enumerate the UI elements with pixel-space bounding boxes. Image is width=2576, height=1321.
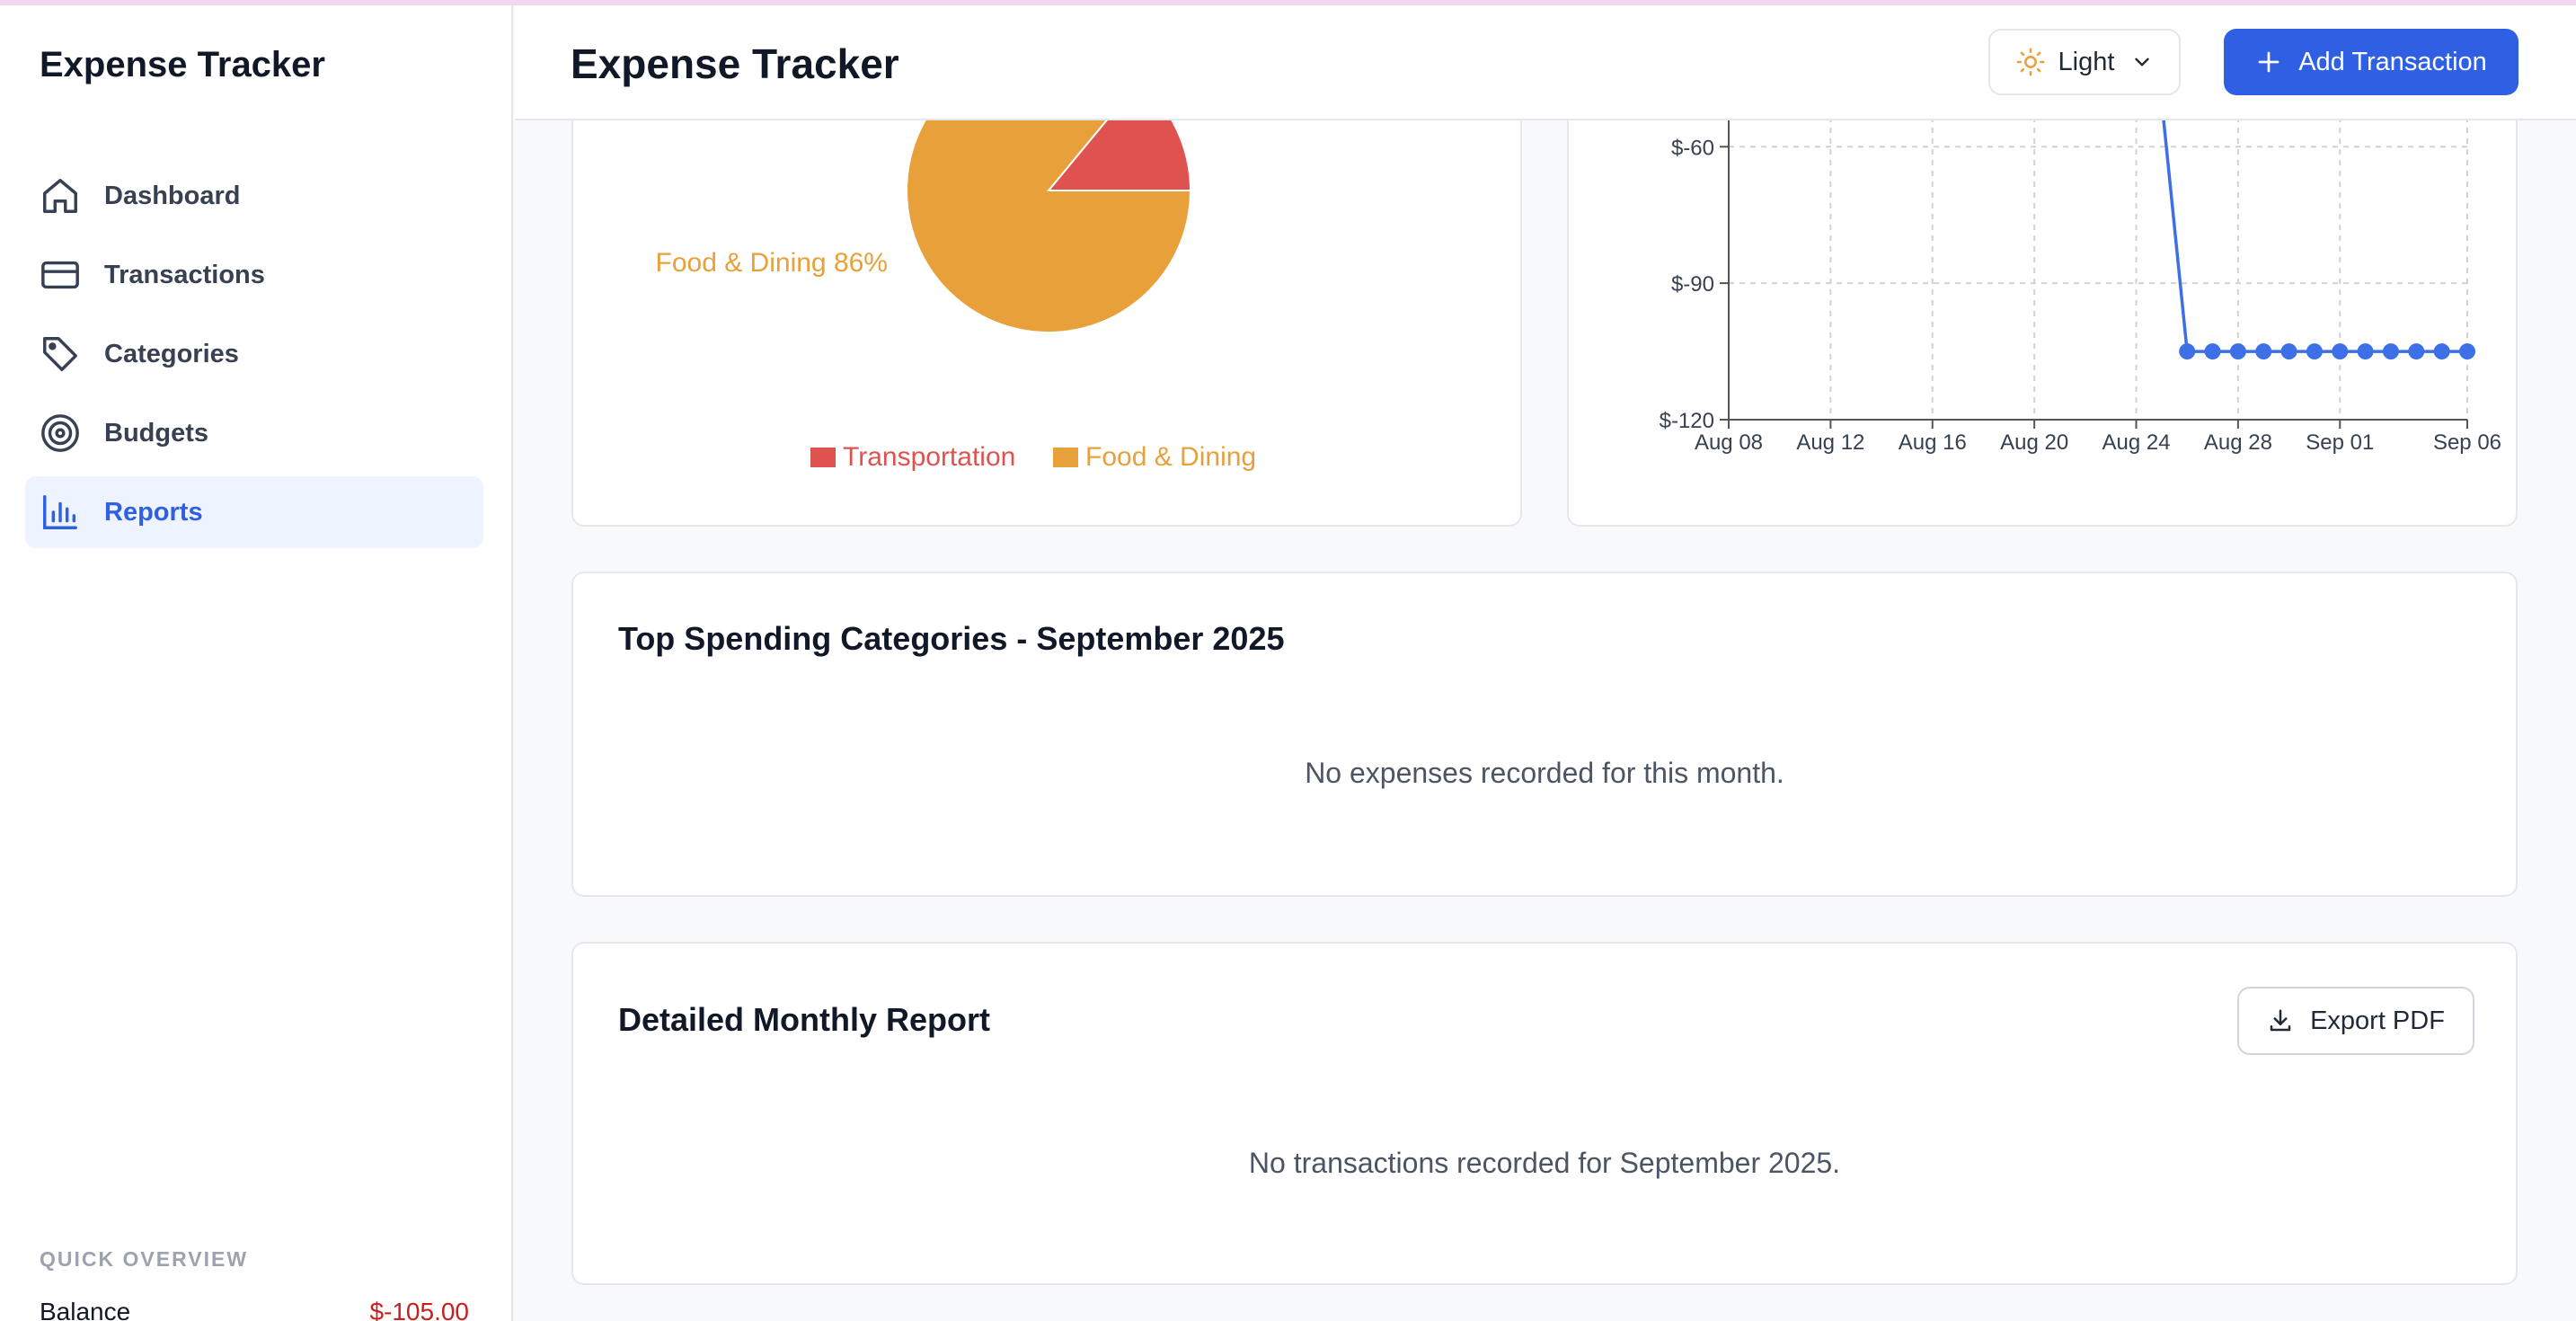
data-point[interactable] [2179, 343, 2196, 360]
monthly-report-empty-message: No transactions recorded for September 2… [1248, 1147, 1841, 1179]
top-header: Expense Tracker Light Add Transaction [515, 5, 2576, 120]
monthly-report-title: Detailed Monthly Report [618, 1001, 991, 1038]
data-point[interactable] [2255, 343, 2272, 360]
balance-row: Balance $-105.00 [40, 1298, 469, 1321]
sidebar-item-dashboard[interactable]: Dashboard [25, 160, 483, 232]
sidebar-brand: Expense Tracker [40, 45, 325, 84]
page-title: Expense Tracker [571, 40, 899, 87]
pie-legend: Transportation Food & Dining [810, 442, 1256, 472]
balance-value: $-105.00 [369, 1298, 469, 1321]
sidebar-nav: Dashboard Transactions Categories Budget… [25, 160, 483, 555]
chevron-down-icon [2130, 50, 2154, 74]
x-tick-label: Aug 12 [1796, 430, 1864, 455]
pie-slice-label: Food & Dining 86% [656, 248, 889, 278]
plus-icon [2255, 49, 2282, 75]
sun-icon [2015, 47, 2046, 77]
legend-item-food-dining: Food & Dining [1085, 442, 1256, 472]
sidebar-item-label: Categories [104, 339, 239, 368]
data-point[interactable] [2332, 343, 2349, 360]
add-transaction-label: Add Transaction [2298, 47, 2487, 76]
data-point[interactable] [2357, 343, 2374, 360]
top-spending-empty-message: No expenses recorded for this month. [1305, 757, 1784, 789]
download-icon [2267, 1007, 2294, 1034]
add-transaction-button[interactable]: Add Transaction [2224, 29, 2518, 95]
y-tick-label: $-60 [1671, 136, 1714, 160]
data-point[interactable] [2229, 343, 2246, 360]
sidebar-item-transactions[interactable]: Transactions [25, 239, 483, 311]
sidebar-item-label: Budgets [104, 418, 208, 448]
sidebar: Expense Tracker Dashboard Transactions C… [0, 5, 513, 1321]
sidebar-item-budgets[interactable]: Budgets [25, 397, 483, 469]
x-tick-label: Aug 08 [1695, 430, 1763, 455]
theme-label: Light [2058, 47, 2115, 76]
y-tick-label: $-120 [1660, 409, 1714, 433]
x-tick-label: Aug 24 [2102, 430, 2170, 455]
export-pdf-label: Export PDF [2310, 1006, 2445, 1035]
target-icon [40, 412, 81, 454]
sidebar-item-label: Reports [104, 497, 203, 527]
credit-card-icon [40, 254, 81, 296]
quick-overview-title: QUICK OVERVIEW [40, 1247, 249, 1271]
x-tick-label: Aug 28 [2204, 430, 2272, 455]
sidebar-item-reports[interactable]: Reports [25, 476, 483, 548]
sidebar-item-label: Transactions [104, 260, 265, 289]
y-tick-label: $-90 [1671, 272, 1714, 297]
legend-swatch-food-dining [1053, 448, 1078, 467]
data-point[interactable] [2306, 343, 2323, 360]
data-point[interactable] [2280, 343, 2297, 360]
data-point[interactable] [2204, 343, 2221, 360]
data-point[interactable] [2433, 343, 2450, 360]
monthly-report-card: Detailed Monthly Report Export PDF No tr… [571, 942, 2518, 1285]
theme-select[interactable]: Light [1988, 29, 2181, 95]
bar-chart-icon [40, 492, 81, 533]
data-point[interactable] [2408, 343, 2425, 360]
export-pdf-button[interactable]: Export PDF [2237, 987, 2474, 1055]
balance-label: Balance [40, 1298, 131, 1321]
x-tick-label: Aug 20 [2000, 430, 2068, 455]
data-point[interactable] [2382, 343, 2399, 360]
sidebar-item-categories[interactable]: Categories [25, 318, 483, 390]
top-spending-card: Top Spending Categories - September 2025… [571, 572, 2518, 897]
legend-item-transportation: Transportation [843, 442, 1015, 472]
home-icon [40, 175, 81, 217]
x-tick-label: Sep 01 [2306, 430, 2374, 455]
x-tick-label: Sep 06 [2433, 430, 2501, 455]
top-accent-line [0, 0, 2576, 5]
data-point[interactable] [2459, 343, 2475, 360]
legend-swatch-transportation [810, 448, 836, 467]
top-spending-title: Top Spending Categories - September 2025 [618, 620, 1285, 657]
x-tick-label: Aug 16 [1899, 430, 1967, 455]
tag-icon [40, 333, 81, 375]
sidebar-item-label: Dashboard [104, 181, 241, 210]
